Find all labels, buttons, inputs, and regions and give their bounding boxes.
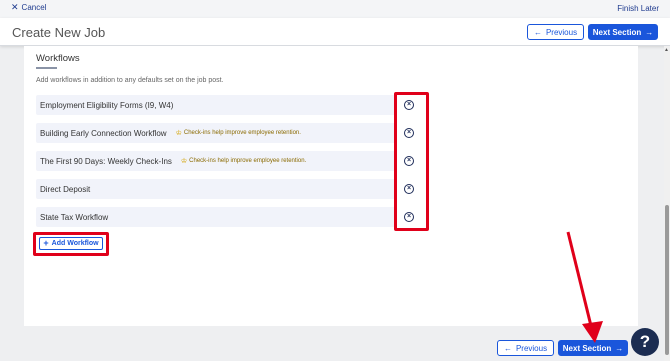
highlight-box-remove <box>394 92 429 231</box>
arrow-left-icon: ← <box>503 343 512 353</box>
workflow-name: Employment Eligibility Forms (I9, W4) <box>40 100 174 110</box>
trophy-icon: ♔ <box>180 158 188 165</box>
workflow-name: The First 90 Days: Weekly Check-Ins <box>40 156 172 166</box>
workflows-panel: Workflows Add workflows in addition to a… <box>24 46 638 326</box>
next-label: Next Section <box>592 27 642 37</box>
cancel-link[interactable]: ✕ Cancel <box>11 2 47 13</box>
section-underline <box>36 67 57 69</box>
hint-text: Check-ins help improve employee retentio… <box>189 158 307 164</box>
trophy-icon: ♔ <box>175 130 182 137</box>
finish-later-link[interactable]: Finish Later <box>617 4 659 13</box>
next-section-button-bottom[interactable]: Next Section → <box>558 340 628 356</box>
workflow-row: State Tax Workflow <box>36 207 396 227</box>
workflow-name: State Tax Workflow <box>40 212 109 222</box>
highlight-box-add <box>33 232 109 256</box>
next-label: Next Section <box>562 343 612 353</box>
arrow-right-icon: → <box>615 343 624 353</box>
workflow-hint: ♔ Check-ins help improve employee retent… <box>181 157 306 165</box>
page-title: Create New Job <box>12 25 106 40</box>
hint-text: Check-ins help improve employee retentio… <box>183 130 301 136</box>
previous-button-bottom[interactable]: ← Previous <box>497 340 554 356</box>
scroll-up-icon[interactable]: ▲ <box>664 47 669 53</box>
next-section-button-top[interactable]: Next Section → <box>588 24 658 40</box>
arrow-right-icon: → <box>645 27 654 37</box>
previous-label: Previous <box>515 343 548 353</box>
workflow-row: Building Early Connection Workflow ♔ Che… <box>36 123 396 143</box>
section-title: Workflows <box>36 53 80 64</box>
workflow-row: Direct Deposit <box>36 179 396 199</box>
section-description: Add workflows in addition to any default… <box>36 77 224 84</box>
top-bar: ✕ Cancel Finish Later <box>0 0 670 18</box>
help-button[interactable]: ? <box>631 328 659 356</box>
close-icon: ✕ <box>11 2 19 12</box>
workflow-name: Building Early Connection Workflow <box>40 128 167 138</box>
arrow-left-icon: ← <box>533 27 542 37</box>
workflow-name: Direct Deposit <box>40 184 91 194</box>
cancel-label: Cancel <box>21 3 47 12</box>
workflow-row: The First 90 Days: Weekly Check-Ins ♔ Ch… <box>36 151 396 171</box>
workflow-row: Employment Eligibility Forms (I9, W4) <box>36 95 396 115</box>
workflow-hint: ♔ Check-ins help improve employee retent… <box>176 129 301 137</box>
previous-button-top[interactable]: ← Previous <box>527 24 584 40</box>
previous-label: Previous <box>545 27 578 37</box>
page-header: Create New Job ← Previous Next Section → <box>0 18 670 46</box>
scrollbar-thumb[interactable] <box>665 205 669 355</box>
